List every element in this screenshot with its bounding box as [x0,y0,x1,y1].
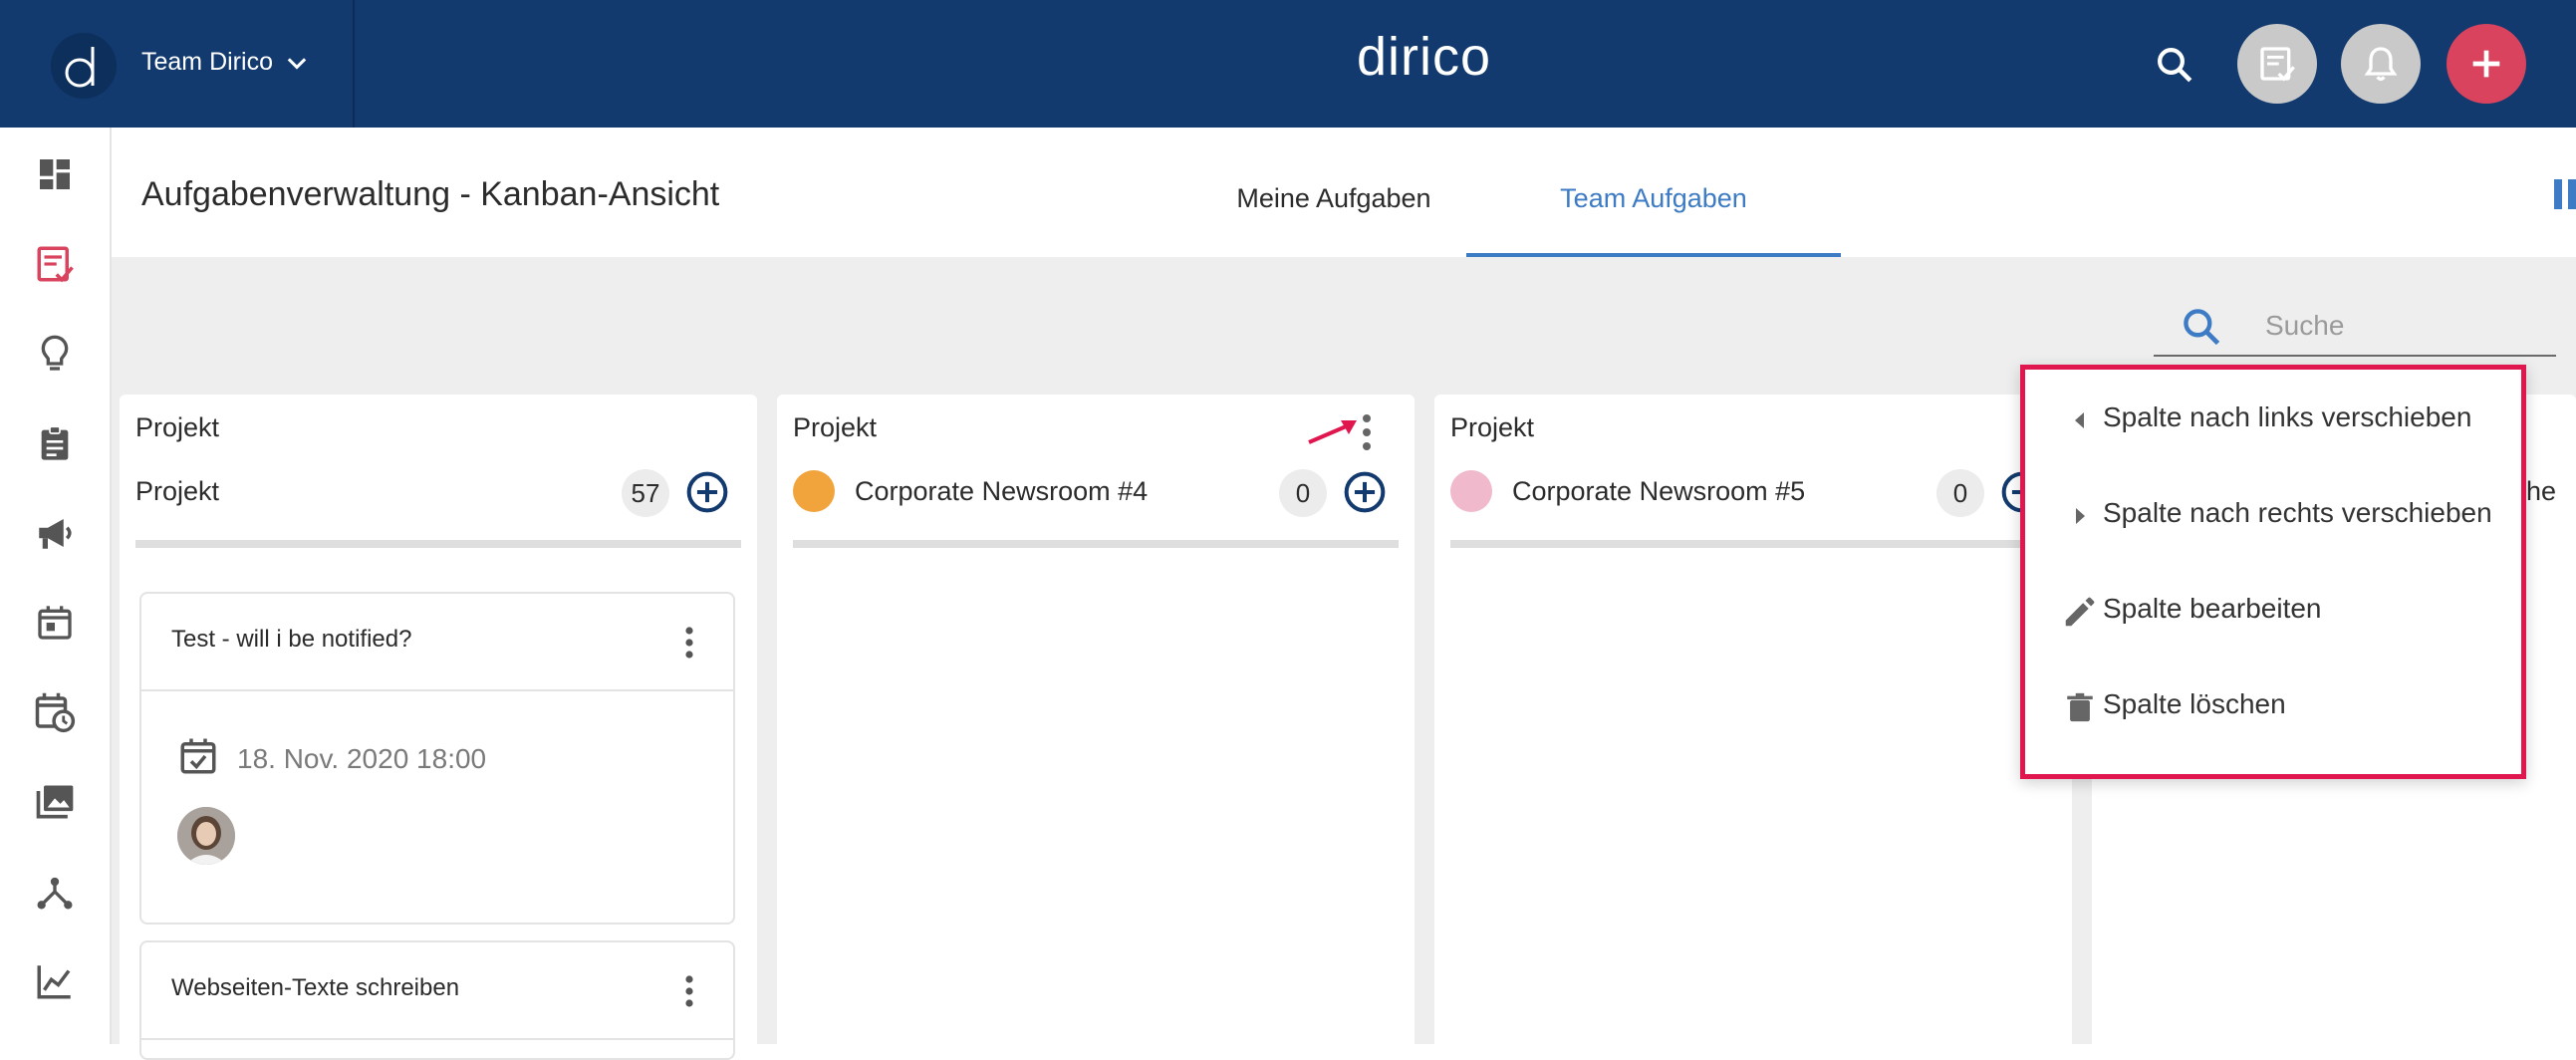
calendar-icon [35,603,75,643]
column-name: Projekt [135,476,220,506]
menu-item-label: Spalte nach rechts verschieben [2103,497,2492,528]
bell-icon [2361,44,2401,84]
sidebar-item-calendar[interactable] [28,596,82,650]
lightbulb-icon [35,334,75,374]
plus-icon [2466,44,2506,84]
column-color-dot [793,470,835,512]
team-switcher[interactable]: Team Dirico [0,0,355,128]
caret-left-icon [2061,401,2099,439]
column-type-label: Projekt [135,412,220,442]
search-icon[interactable] [2154,44,2195,86]
column-progress-bar [1450,540,2056,548]
menu-item-move-right[interactable]: Spalte nach rechts verschieben [2025,465,2521,561]
calendar-clock-icon [34,691,76,733]
my-tasks-button[interactable] [2237,24,2317,104]
sidebar-item-dashboard[interactable] [28,147,82,201]
task-title: Webseiten-Texte schreiben [171,974,460,1001]
menu-item-label: Spalte löschen [2103,688,2286,719]
menu-item-label: Spalte nach links verschieben [2103,401,2472,432]
task-check-icon [2257,44,2297,84]
megaphone-icon [34,512,76,554]
sidebar-item-ideas[interactable] [28,327,82,381]
column-name: he [2526,476,2557,506]
column-name: Corporate Newsroom #5 [1512,476,1806,506]
search-field [2154,299,2556,357]
dirico-logo-icon [46,33,122,99]
add-button[interactable] [2447,24,2526,104]
caret-right-icon [2061,497,2099,535]
card-divider [141,1038,733,1040]
tab-team-tasks[interactable]: Team Aufgaben [1466,183,1841,257]
avatar[interactable] [177,807,235,865]
column-progress-bar [793,540,1399,548]
chevron-down-icon [283,50,311,78]
page-title: Aufgabenverwaltung - Kanban-Ansicht [141,175,720,213]
column-count-badge: 0 [1279,469,1327,517]
column-menu-button[interactable] [1359,412,1375,452]
column-count-badge: 57 [622,469,669,517]
dashboard-icon [35,154,75,194]
sidebar [0,128,112,1044]
sidebar-item-media[interactable] [28,775,82,829]
tab-my-tasks[interactable]: Meine Aufgaben [1219,183,1448,257]
sidebar-item-analytics[interactable] [28,954,82,1008]
column-count-badge: 0 [1936,469,1984,517]
search-icon [2180,305,2223,349]
column-context-menu: Spalte nach links verschieben Spalte nac… [2020,365,2526,779]
top-bar: Team Dirico dirico [0,0,2576,128]
tasks-icon [34,243,76,285]
card-menu-button[interactable] [683,974,695,1008]
trash-icon [2061,688,2099,726]
card-divider [141,689,733,691]
notifications-button[interactable] [2341,24,2421,104]
sidebar-item-network[interactable] [28,865,82,919]
kanban-column: Projekt Corporate Newsroom #4 0 [777,395,1415,1044]
clipboard-icon [35,423,75,463]
sidebar-item-schedule[interactable] [28,685,82,739]
media-library-icon [33,780,77,824]
brand-logo: dirico [1357,27,1492,87]
add-task-button[interactable] [1343,470,1387,514]
page-header: Aufgabenverwaltung - Kanban-Ansicht Mein… [112,128,2576,257]
menu-item-label: Spalte bearbeiten [2103,593,2322,624]
kanban-column: Projekt Corporate Newsroom #5 0 [1434,395,2072,1044]
sidebar-item-briefings[interactable] [28,416,82,470]
menu-item-delete-column[interactable]: Spalte löschen [2025,657,2521,752]
team-name: Team Dirico [141,48,273,76]
pencil-icon [2061,593,2099,631]
task-card[interactable]: Webseiten-Texte schreiben [139,940,735,1060]
card-menu-button[interactable] [683,626,695,660]
calendar-check-icon [177,735,219,777]
menu-item-edit-column[interactable]: Spalte bearbeiten [2025,561,2521,657]
task-card[interactable]: Test - will i be notified? 18. Nov. 2020… [139,592,735,925]
task-due-date: 18. Nov. 2020 18:00 [237,743,487,774]
column-color-dot [1450,470,1492,512]
column-type-label: Projekt [1450,412,1535,442]
add-task-button[interactable] [685,470,729,514]
search-input[interactable] [2263,305,2546,347]
task-title: Test - will i be notified? [171,626,412,653]
sidebar-item-campaigns[interactable] [28,506,82,560]
sidebar-item-tasks[interactable] [28,237,82,291]
arrow-annotation-icon [1305,416,1361,446]
column-type-label: Projekt [793,412,878,442]
menu-item-move-left[interactable]: Spalte nach links verschieben [2025,370,2521,465]
column-name: Corporate Newsroom #4 [855,476,1149,506]
column-progress-bar [135,540,741,548]
view-toggle-icon[interactable] [2554,179,2576,209]
network-icon [35,872,75,912]
analytics-icon [34,960,76,1002]
